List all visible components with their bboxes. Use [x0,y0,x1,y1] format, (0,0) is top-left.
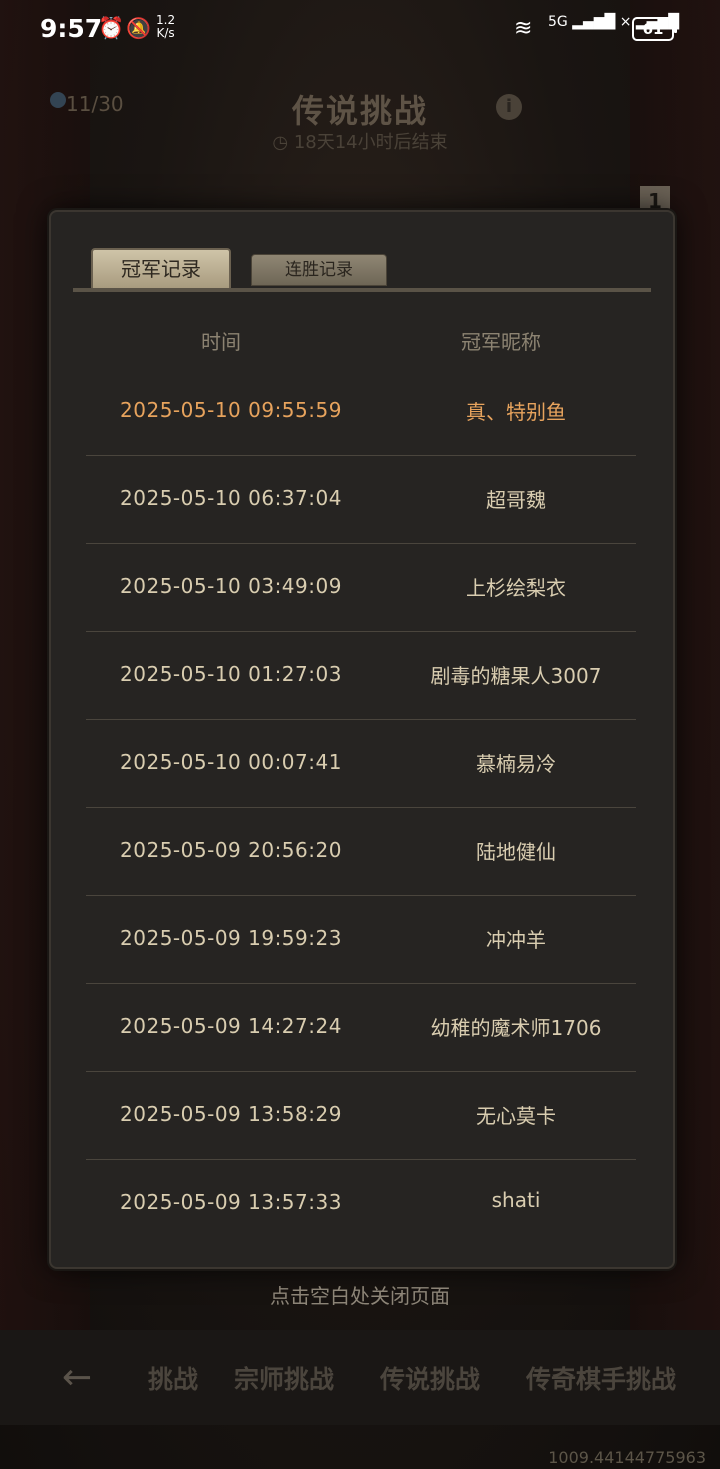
footer-id: 1009.44144775963 [548,1448,706,1467]
row-name: 超哥魏 [486,488,546,512]
row-time: 2025-05-09 19:59:23 [120,926,342,950]
row-time: 2025-05-10 09:55:59 [120,398,342,422]
row-time: 2025-05-09 20:56:20 [120,838,342,862]
column-header-time: 时间 [201,330,241,354]
row-name: 上杉绘梨衣 [466,576,566,600]
records-modal: 冠军记录 连胜记录 时间 冠军昵称 2025-05-10 09:55:59 真、… [49,210,675,1269]
tab-champion-records[interactable]: 冠军记录 [91,248,231,290]
table-row: 2025-05-10 09:55:59 真、特别鱼 [86,368,636,456]
close-hint[interactable]: 点击空白处关闭页面 [0,1280,720,1309]
status-time: 9:57 [40,14,103,43]
row-name: 冲冲羊 [486,928,546,952]
table-row: 2025-05-10 06:37:04 超哥魏 [86,456,636,544]
row-name: 无心莫卡 [476,1104,556,1128]
background-subtitle: ◷ 18天14小时后结束 [0,128,720,154]
network-type: 5G [548,14,568,30]
row-time: 2025-05-09 14:27:24 [120,1014,342,1038]
back-arrow-icon[interactable]: ← [62,1360,92,1396]
background-title: 传说挑战 [291,92,428,130]
nav-item-challenge[interactable]: 挑战 [148,1360,198,1396]
row-name: shati [491,1188,541,1212]
network-speed-value: 1.2 [156,13,176,27]
status-bar: 9:57 ⏰ 🔕 1.2 K/s ≋ 5G ▂▄▆█ × ▂▄▆█ 61 [0,0,720,58]
row-name: 剧毒的糖果人3007 [430,664,602,688]
row-time: 2025-05-10 06:37:04 [120,486,342,510]
info-icon: i [496,94,522,120]
table-row: 2025-05-09 13:57:33 shati [86,1160,636,1247]
table-header: 时间 冠军昵称 [86,322,636,358]
table-row: 2025-05-10 01:27:03 剧毒的糖果人3007 [86,632,636,720]
row-time: 2025-05-09 13:57:33 [120,1190,342,1214]
row-time: 2025-05-10 03:49:09 [120,574,342,598]
table-row: 2025-05-10 03:49:09 上杉绘梨衣 [86,544,636,632]
table-row: 2025-05-09 13:58:29 无心莫卡 [86,1072,636,1160]
mute-icon: 🔕 [126,16,151,40]
battery-indicator: 61 [632,17,677,41]
nav-item-legendary-player-challenge[interactable]: 传奇棋手挑战 [526,1360,676,1396]
row-time: 2025-05-10 00:07:41 [120,750,342,774]
row-name: 真、特别鱼 [466,400,566,424]
table-row: 2025-05-10 00:07:41 慕楠易冷 [86,720,636,808]
table-row: 2025-05-09 14:27:24 幼稚的魔术师1706 [86,984,636,1072]
table-row: 2025-05-09 20:56:20 陆地健仙 [86,808,636,896]
clock-icon: ◷ [272,132,289,153]
wifi-icon: ≋ [514,16,533,41]
row-name: 慕楠易冷 [476,752,556,776]
row-name: 陆地健仙 [476,840,556,864]
background-countdown: 18天14小时后结束 [293,132,448,153]
column-header-name: 冠军昵称 [461,330,541,354]
network-speed: 1.2 K/s [156,14,175,40]
row-time: 2025-05-10 01:27:03 [120,662,342,686]
nav-item-legend-challenge[interactable]: 传说挑战 [380,1360,480,1396]
nav-item-master-challenge[interactable]: 宗师挑战 [234,1360,334,1396]
table-row: 2025-05-09 19:59:23 冲冲羊 [86,896,636,984]
row-name: 幼稚的魔术师1706 [430,1016,602,1040]
tab-divider [73,288,651,292]
row-time: 2025-05-09 13:58:29 [120,1102,342,1126]
alarm-icon: ⏰ [98,16,125,40]
records-list[interactable]: 2025-05-10 09:55:59 真、特别鱼 2025-05-10 06:… [86,368,636,1247]
bottom-nav: ← 挑战 宗师挑战 传说挑战 传奇棋手挑战 [0,1330,720,1425]
tab-win-streak-records[interactable]: 连胜记录 [251,254,387,286]
network-speed-unit: K/s [156,26,175,40]
